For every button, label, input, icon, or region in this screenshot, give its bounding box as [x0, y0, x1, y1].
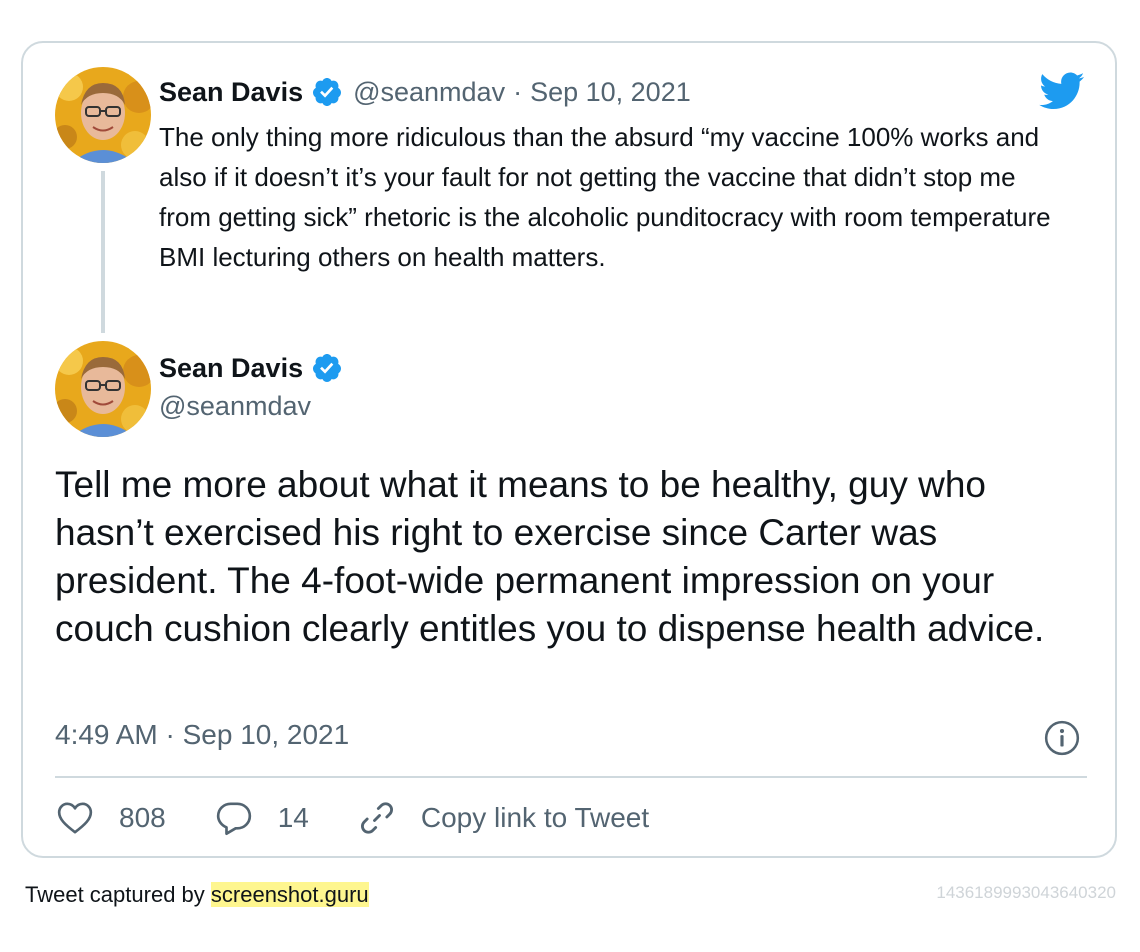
- twitter-bird-icon[interactable]: [1037, 71, 1085, 111]
- separator-dot: ·: [513, 76, 523, 107]
- parent-tweet-text: The only thing more ridiculous than the …: [159, 122, 1051, 272]
- reply-button[interactable]: 14: [214, 798, 309, 838]
- like-count: 808: [119, 802, 166, 833]
- parent-author-avatar[interactable]: [55, 67, 151, 163]
- parent-author-handle[interactable]: @seanmdav: [353, 77, 505, 108]
- capture-credit-link[interactable]: screenshot.guru: [210, 882, 369, 907]
- copy-link-button[interactable]: Copy link to Tweet: [357, 798, 649, 838]
- copy-link-label: Copy link to Tweet: [420, 802, 650, 833]
- like-button[interactable]: 808: [55, 798, 166, 838]
- parent-tweet-date[interactable]: Sep 10, 2021: [530, 77, 691, 108]
- tweet-id: 1436189993043640320: [936, 883, 1116, 902]
- parent-author-name[interactable]: Sean Davis: [159, 77, 303, 108]
- tweet-card: Sean Davis @seanmdav · Sep 10, 2021 The …: [21, 41, 1117, 858]
- thread-connector-line: [101, 171, 105, 333]
- capture-credit: Tweet captured by screenshot.guru: [25, 882, 369, 908]
- main-author-handle[interactable]: @seanmdav: [159, 391, 311, 422]
- main-author-name[interactable]: Sean Davis: [159, 353, 303, 384]
- main-tweet-header: Sean Davis: [159, 349, 343, 387]
- capture-credit-prefix: Tweet captured by: [25, 882, 211, 907]
- divider: [55, 776, 1087, 778]
- main-tweet-timestamp[interactable]: 4:49 AM · Sep 10, 2021: [55, 719, 349, 751]
- reply-bubble-icon: [216, 802, 251, 835]
- verified-badge-icon: [311, 352, 343, 384]
- heart-icon: [57, 802, 93, 834]
- reply-count: 14: [277, 802, 309, 833]
- verified-badge-icon: [311, 76, 343, 108]
- main-author-avatar[interactable]: [55, 341, 151, 437]
- parent-tweet-header: Sean Davis @seanmdav · Sep 10, 2021: [159, 75, 691, 109]
- main-tweet-text: Tell me more about what it means to be h…: [55, 464, 1045, 649]
- action-bar: 808 14 Copy link to Tweet: [55, 798, 697, 838]
- link-icon: [360, 802, 393, 834]
- info-icon[interactable]: [1043, 719, 1081, 757]
